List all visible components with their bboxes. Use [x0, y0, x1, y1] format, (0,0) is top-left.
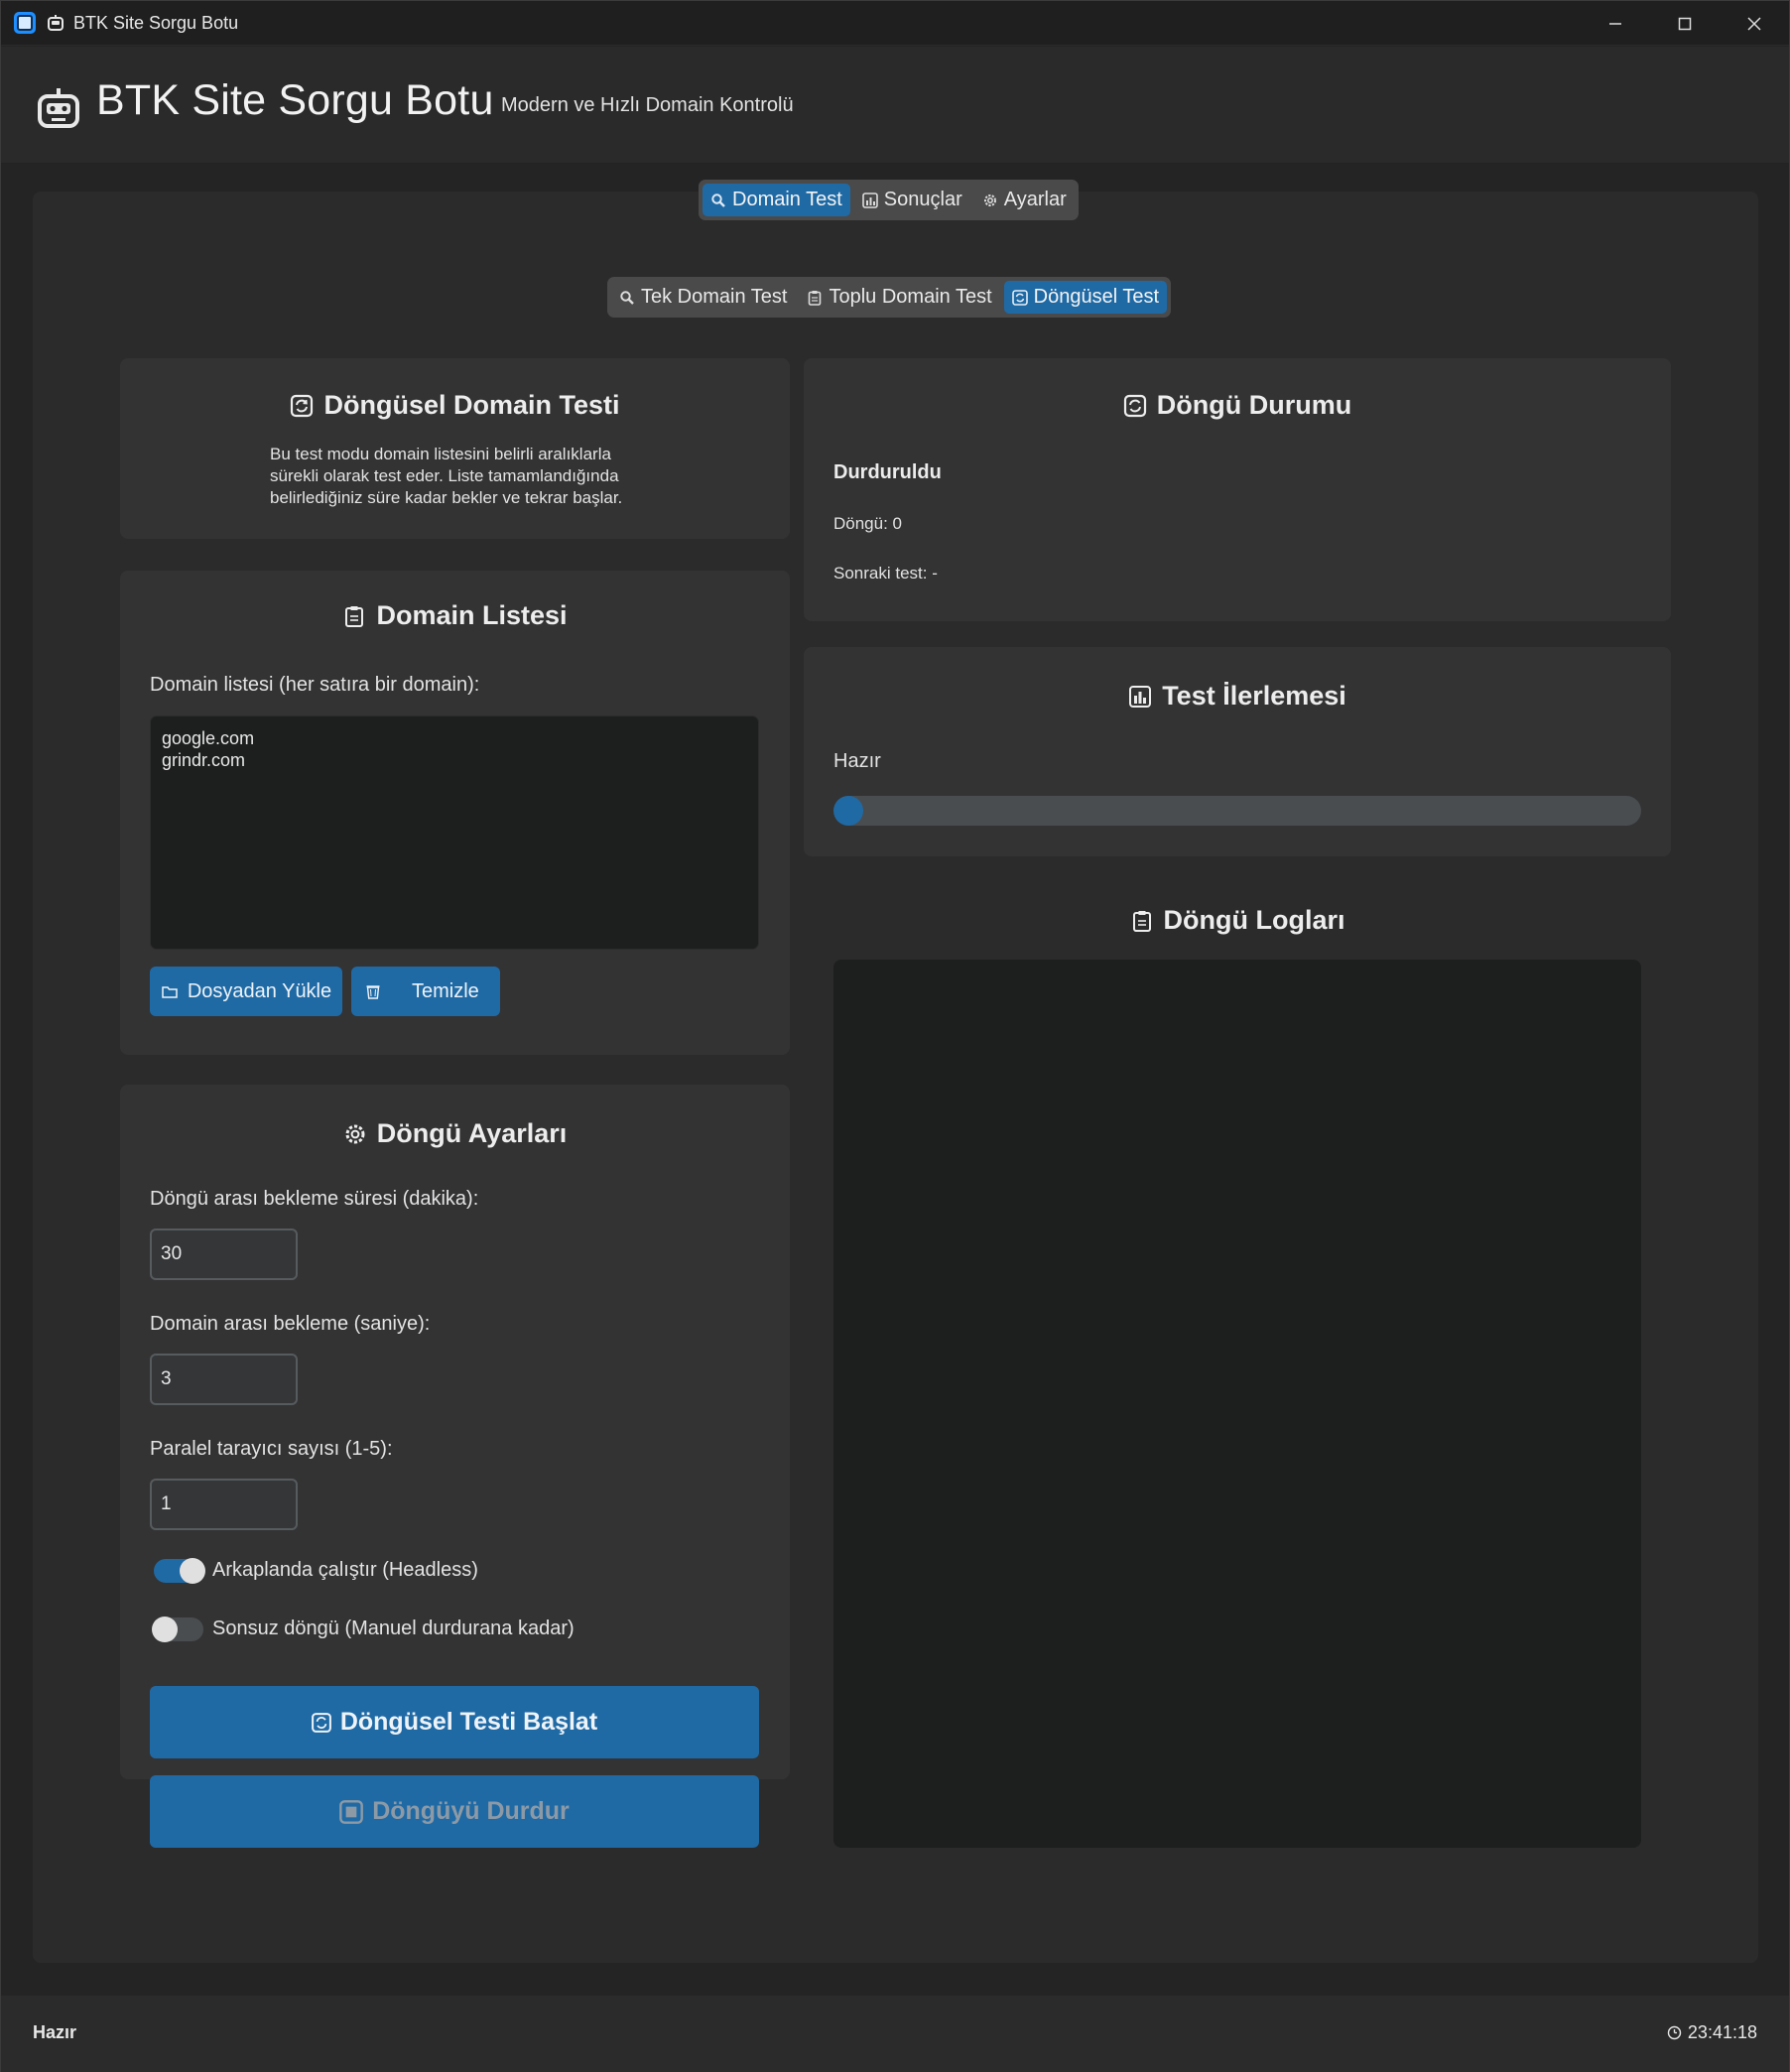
intro-card: Döngüsel Domain Testi Bu test modu domai… — [120, 358, 790, 539]
start-cycle-button[interactable]: Döngüsel Testi Başlat — [150, 1686, 759, 1758]
cycle-icon — [291, 394, 314, 417]
bar-chart-icon — [861, 192, 878, 208]
app-window: BTK Site Sorgu Botu BTK Site Sorgu Botu … — [0, 0, 1790, 2072]
infinite-loop-toggle[interactable] — [152, 1617, 203, 1642]
cycle-wait-input[interactable]: 30 — [150, 1229, 298, 1280]
status-text: Hazır — [33, 2022, 77, 2042]
tab-bulk-domain-test[interactable]: Toplu Domain Test — [799, 281, 999, 314]
clipboard-icon — [1132, 910, 1151, 932]
logs-title: Döngü Logları — [1163, 905, 1345, 935]
logs-title-row: Döngü Logları — [804, 905, 1671, 936]
bar-chart-icon — [1129, 685, 1152, 708]
intro-title: Döngüsel Domain Testi — [323, 390, 620, 420]
app-icon — [14, 12, 36, 34]
intro-line: Bu test modu domain listesini belirli ar… — [270, 445, 611, 463]
status-bar: Hazır 23:41:18 — [1, 1996, 1789, 2072]
app-title: BTK Site Sorgu Botu — [96, 76, 494, 124]
domain-list-title: Domain Listesi — [376, 600, 568, 630]
minimize-button[interactable] — [1581, 1, 1650, 46]
cycle-wait-label: Döngü arası bekleme süresi (dakika): — [150, 1188, 479, 1210]
tab-label: Toplu Domain Test — [829, 286, 992, 308]
main-tabs: Domain Test Sonuçlar Ayarlar — [699, 180, 1079, 220]
parallel-input[interactable]: 1 — [150, 1479, 298, 1530]
tab-label: Domain Test — [732, 189, 842, 210]
wastebasket-icon — [366, 985, 380, 999]
logs-textbox[interactable] — [833, 960, 1641, 1848]
cycle-icon — [1011, 289, 1028, 306]
clock: 23:41:18 — [1667, 2022, 1757, 2043]
tab-domain-test[interactable]: Domain Test — [703, 184, 850, 216]
tab-label: Döngüsel Test — [1033, 286, 1160, 308]
tab-label: Sonuçlar — [883, 189, 962, 210]
status-title-row: Döngü Durumu — [804, 390, 1671, 421]
app-header: BTK Site Sorgu Botu Modern ve Hızlı Doma… — [1, 47, 1789, 164]
close-button[interactable] — [1720, 1, 1789, 46]
progress-label: Hazır — [833, 750, 881, 772]
cycle-icon — [311, 1712, 331, 1733]
magnifier-icon — [711, 193, 725, 207]
folder-icon — [162, 986, 178, 998]
domain-wait-label: Domain arası bekleme (saniye): — [150, 1313, 431, 1335]
cycle-count: Döngü: 0 — [833, 514, 902, 533]
button-label: Dosyadan Yükle — [187, 979, 332, 1002]
clear-button[interactable]: Temizle — [351, 967, 500, 1016]
cycle-icon — [1123, 394, 1146, 417]
magnifier-icon — [620, 290, 634, 305]
settings-title-row: Döngü Ayarları — [120, 1118, 790, 1149]
window-title: BTK Site Sorgu Botu — [73, 12, 239, 33]
status-title: Döngü Durumu — [1156, 390, 1352, 420]
intro-title-row: Döngüsel Domain Testi — [120, 390, 790, 421]
progress-bar — [833, 796, 1641, 826]
minimize-icon — [1609, 22, 1621, 25]
tab-cyclic-test[interactable]: Döngüsel Test — [1003, 281, 1168, 314]
parallel-label: Paralel tarayıcı sayısı (1-5): — [150, 1438, 393, 1460]
domain-list-card: Domain Listesi Domain listesi (her satır… — [120, 571, 790, 1055]
tab-single-domain-test[interactable]: Tek Domain Test — [611, 281, 795, 314]
clipboard-icon — [809, 290, 822, 306]
main-panel: Domain Test Sonuçlar Ayarlar Tek Domain … — [33, 180, 1758, 1963]
load-from-file-button[interactable]: Dosyadan Yükle — [150, 967, 342, 1016]
gear-icon — [983, 194, 996, 206]
cycle-status-card: Döngü Durumu Durduruldu Döngü: 0 Sonraki… — [804, 358, 1671, 621]
tab-label: Ayarlar — [1003, 189, 1067, 210]
domain-list-textarea[interactable]: google.com grindr.com — [150, 715, 759, 950]
tab-label: Tek Domain Test — [641, 286, 788, 308]
maximize-button[interactable] — [1650, 1, 1720, 46]
settings-title: Döngü Ayarları — [376, 1118, 568, 1148]
intro-description: Bu test modu domain listesini belirli ar… — [270, 444, 622, 509]
gear-icon — [345, 1124, 365, 1143]
headless-toggle[interactable] — [154, 1558, 205, 1584]
intro-line: belirlediğiniz süre kadar bekler ve tekr… — [270, 488, 623, 507]
domain-wait-input[interactable]: 3 — [150, 1354, 298, 1405]
headless-label: Arkaplanda çalıştır (Headless) — [212, 1559, 478, 1581]
tab-results[interactable]: Sonuçlar — [854, 184, 970, 216]
infinite-loop-label: Sonsuz döngü (Manuel durdurana kadar) — [212, 1618, 575, 1639]
clock-time: 23:41:18 — [1687, 2022, 1757, 2042]
robot-icon — [38, 88, 79, 128]
button-label: Temizle — [412, 979, 479, 1002]
progress-fill — [833, 796, 863, 826]
sub-tabs: Tek Domain Test Toplu Domain Test Döngüs… — [607, 277, 1172, 318]
stop-icon — [339, 1799, 364, 1824]
tab-settings[interactable]: Ayarlar — [974, 184, 1075, 216]
next-test: Sonraki test: - — [833, 564, 938, 583]
intro-line: sürekli olarak test eder. Liste tamamlan… — [270, 466, 619, 485]
button-label: Döngüsel Testi Başlat — [339, 1708, 598, 1736]
cycle-settings-card: Döngü Ayarları Döngü arası bekleme süres… — [120, 1085, 790, 1779]
button-label: Döngüyü Durdur — [372, 1797, 570, 1825]
maximize-icon — [1678, 17, 1692, 30]
domain-list-label: Domain listesi (her satıra bir domain): — [150, 674, 480, 696]
app-subtitle: Modern ve Hızlı Domain Kontrolü — [501, 94, 794, 116]
clipboard-icon — [345, 605, 364, 627]
progress-card: Test İlerlemesi Hazır — [804, 647, 1671, 856]
domain-list-title-row: Domain Listesi — [120, 600, 790, 631]
clock-icon — [1667, 2025, 1682, 2040]
close-icon — [1747, 16, 1761, 31]
robot-icon — [48, 15, 64, 31]
stop-cycle-button[interactable]: Döngüyü Durdur — [150, 1775, 759, 1848]
progress-title-row: Test İlerlemesi — [804, 681, 1671, 712]
title-bar: BTK Site Sorgu Botu — [1, 1, 1789, 46]
progress-title: Test İlerlemesi — [1162, 681, 1346, 711]
status-state: Durduruldu — [833, 461, 942, 483]
